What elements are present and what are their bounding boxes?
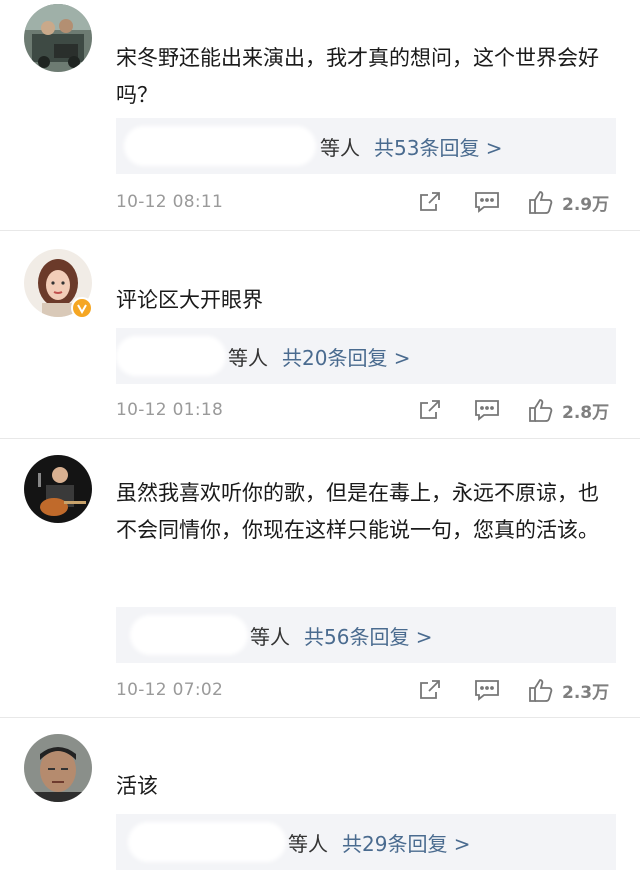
timestamp: 10-12 08:11	[116, 192, 224, 212]
avatar[interactable]	[24, 4, 92, 72]
comment-meta: 10-12 01:18 2.8万	[116, 395, 616, 425]
reply-summary[interactable]: 等人 共53条回复 >	[116, 118, 616, 174]
comment-text: 虽然我喜欢听你的歌，但是在毒上，永远不原谅，也不会同情你，你现在这样只能说一句，…	[116, 481, 599, 542]
like-button[interactable]: 2.8万	[528, 397, 609, 423]
comment-text: 评论区大开眼界	[116, 288, 263, 312]
like-button[interactable]: 2.3万	[528, 677, 609, 703]
timestamp: 10-12 01:18	[116, 400, 224, 420]
reply-count-link[interactable]: 共56条回复 >	[304, 621, 433, 650]
timestamp: 10-12 07:02	[116, 680, 224, 700]
reply-prefix: 等人	[228, 345, 268, 370]
reply-summary[interactable]: 等人 共20条回复 >	[116, 328, 616, 384]
comment-icon[interactable]	[474, 678, 500, 702]
blurred-usernames	[128, 822, 286, 862]
avatar[interactable]	[24, 455, 92, 523]
comment-meta: 10-12 08:11 2.9万	[116, 187, 616, 217]
like-count: 2.9万	[562, 194, 610, 215]
like-count: 2.8万	[562, 402, 610, 423]
comment-item: 活该 等人 共29条回复 >	[0, 718, 640, 874]
comment-item: 虽然我喜欢听你的歌，但是在毒上，永远不原谅，也不会同情你，你现在这样只能说一句，…	[0, 439, 640, 718]
comment-text: 宋冬野还能出来演出，我才真的想问，这个世界会好吗？	[116, 46, 599, 107]
comment-text: 活该	[116, 774, 158, 798]
comment-meta: 10-12 07:02 2.3万	[116, 675, 616, 705]
avatar[interactable]	[24, 734, 92, 802]
reply-summary[interactable]: 等人 共29条回复 >	[116, 814, 616, 870]
share-icon[interactable]	[418, 190, 442, 214]
comment-item: 宋冬野还能出来演出，我才真的想问，这个世界会好吗？ 等人 共53条回复 > 10…	[0, 0, 640, 231]
comment-icon[interactable]	[474, 190, 500, 214]
like-button[interactable]: 2.9万	[528, 189, 609, 215]
comment-item: 评论区大开眼界 等人 共20条回复 > 10-12 01:18 2.8万	[0, 231, 640, 439]
thumbs-up-icon	[529, 679, 553, 702]
blurred-usernames	[124, 126, 316, 166]
comment-icon[interactable]	[474, 398, 500, 422]
blurred-usernames	[130, 615, 248, 655]
reply-prefix: 等人	[250, 624, 290, 649]
reply-summary[interactable]: 等人 共56条回复 >	[116, 607, 616, 663]
reply-prefix: 等人	[288, 831, 328, 856]
like-count: 2.3万	[562, 682, 610, 703]
reply-line[interactable]: 等人 共20条回复 >	[228, 328, 411, 384]
reply-count-link[interactable]: 共53条回复 >	[374, 132, 503, 161]
thumbs-up-icon	[529, 399, 553, 422]
blurred-usernames	[116, 336, 226, 376]
share-icon[interactable]	[418, 678, 442, 702]
reply-count-link[interactable]: 共20条回复 >	[282, 342, 411, 371]
verified-badge-icon	[71, 297, 93, 319]
reply-line[interactable]: 等人 共56条回复 >	[250, 607, 433, 663]
thumbs-up-icon	[529, 191, 553, 214]
reply-line[interactable]: 等人 共29条回复 >	[288, 814, 471, 870]
reply-line[interactable]: 等人 共53条回复 >	[320, 118, 503, 174]
reply-count-link[interactable]: 共29条回复 >	[342, 828, 471, 857]
reply-prefix: 等人	[320, 135, 360, 160]
share-icon[interactable]	[418, 398, 442, 422]
